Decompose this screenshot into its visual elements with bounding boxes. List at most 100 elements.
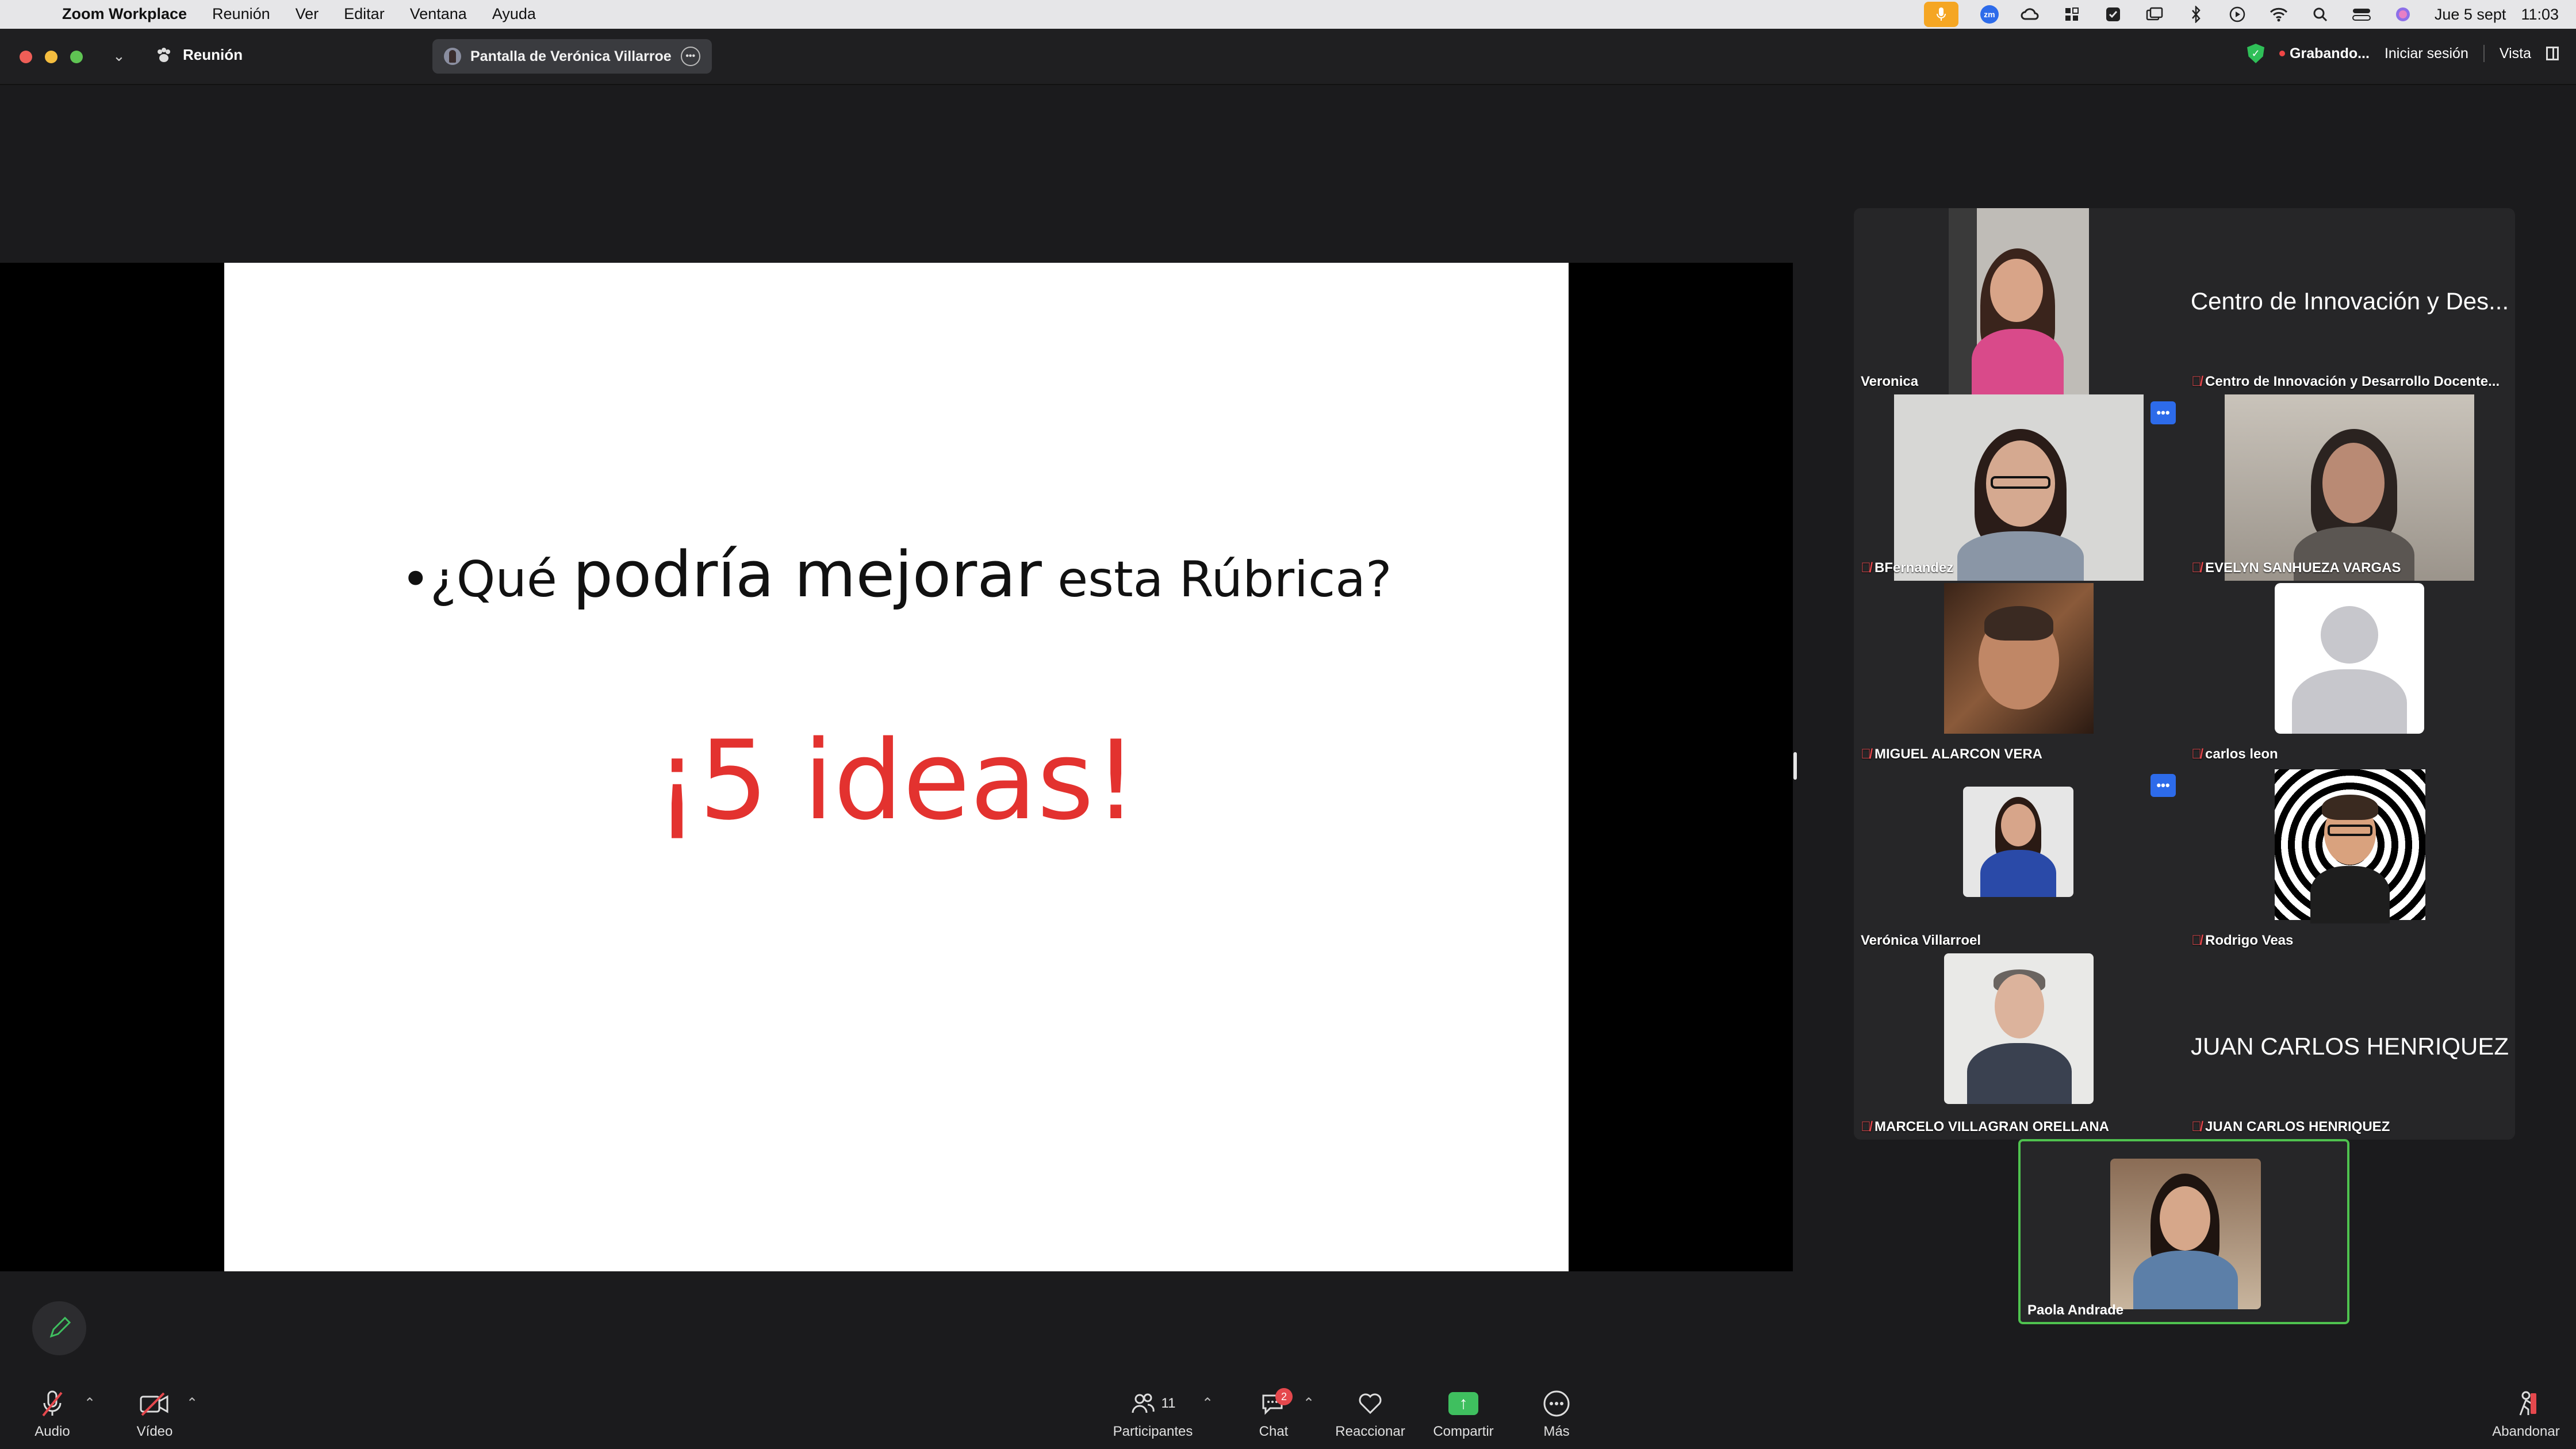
- participant-tile-veronica[interactable]: Veronica: [1854, 208, 2184, 394]
- recording-label: Grabando...: [2290, 45, 2370, 62]
- time-text: 11:03: [2521, 5, 2559, 23]
- video-options-caret[interactable]: ⌃: [186, 1395, 198, 1412]
- participant-gallery: Veronica Centro de Innovación y Des... 🎙…: [1854, 208, 2515, 1140]
- mic-off-icon: 🎙̸: [1861, 560, 1871, 576]
- security-shield-icon[interactable]: ✓: [2247, 44, 2265, 63]
- participant-name: Veronica: [1861, 374, 1919, 389]
- participant-name: Verónica Villarroel: [1861, 933, 1981, 948]
- participant-label: 🎙̸ BFernandez: [1861, 560, 1953, 576]
- window-maximize-button[interactable]: [70, 51, 83, 63]
- microphone-muted-icon: [9, 1388, 95, 1419]
- participant-label: 🎙̸ JUAN CARLOS HENRIQUEZ: [2191, 1119, 2390, 1135]
- audio-button[interactable]: Audio: [9, 1388, 95, 1440]
- participant-tile-bfernandez[interactable]: 🎙̸ BFernandez: [1854, 394, 2184, 581]
- video-feed: [1894, 394, 2144, 581]
- grid-icon[interactable]: [2062, 5, 2082, 24]
- more-label: Más: [1543, 1424, 1570, 1439]
- participant-tile-evelyn[interactable]: 🎙̸ EVELYN SANHUEZA VARGAS: [2184, 394, 2515, 581]
- audio-options-caret[interactable]: ⌃: [84, 1395, 95, 1412]
- shield-app-icon[interactable]: [2103, 5, 2123, 24]
- participant-name: EVELYN SANHUEZA VARGAS: [2205, 560, 2401, 576]
- date-text: Jue 5 sept: [2434, 5, 2506, 23]
- wifi-icon[interactable]: [2269, 5, 2288, 24]
- participants-label: Participantes: [1113, 1424, 1193, 1439]
- participant-label: 🎙̸ Centro de Innovación y Desarrollo Doce…: [2191, 374, 2500, 390]
- participant-label: Veronica: [1861, 374, 1918, 390]
- share-screen-button[interactable]: ↑ Compartir: [1420, 1388, 1506, 1440]
- view-button[interactable]: Vista: [2500, 45, 2531, 62]
- meeting-menu[interactable]: Reunión: [155, 46, 243, 64]
- annotate-button[interactable]: [32, 1301, 86, 1355]
- menu-ver[interactable]: Ver: [296, 5, 319, 23]
- more-button[interactable]: Más: [1513, 1388, 1600, 1440]
- presenter-avatar: [444, 48, 461, 65]
- more-options-button[interactable]: •••: [2150, 401, 2176, 424]
- sign-in-button[interactable]: Iniciar sesión: [2385, 45, 2468, 62]
- video-off-icon: [112, 1388, 198, 1419]
- play-icon[interactable]: [2228, 5, 2247, 24]
- audio-label: Audio: [34, 1424, 70, 1439]
- more-options-button[interactable]: •••: [2150, 774, 2176, 797]
- slide-ideas-heading: ¡5 ideas!: [655, 717, 1138, 844]
- profile-avatar: [2275, 769, 2425, 923]
- participant-tile-veronica-villarroel[interactable]: Verónica Villarroel: [1854, 767, 2184, 953]
- leave-icon: [2483, 1388, 2569, 1419]
- presentation-slide: •¿Qué podría mejorar esta Rúbrica? ¡5 id…: [224, 263, 1569, 1271]
- chevron-down-icon[interactable]: ⌄: [113, 47, 125, 65]
- participant-tile-rodrigo[interactable]: 🎙̸ Rodrigo Veas: [2184, 767, 2515, 953]
- zoom-icon[interactable]: zm: [1980, 5, 1999, 24]
- app-name-menu[interactable]: Zoom Workplace: [62, 5, 187, 23]
- video-button[interactable]: Vídeo: [112, 1388, 198, 1440]
- creative-cloud-icon[interactable]: [2021, 5, 2040, 24]
- recording-indicator[interactable]: Grabando...: [2279, 45, 2370, 62]
- participant-name: carlos leon: [2205, 746, 2278, 762]
- chat-options-caret[interactable]: ⌃: [1303, 1395, 1314, 1412]
- search-icon[interactable]: [2310, 5, 2330, 24]
- paw-icon: [158, 47, 170, 62]
- window-minimize-button[interactable]: [45, 51, 57, 63]
- meeting-label: Reunión: [183, 46, 243, 63]
- menu-editar[interactable]: Editar: [344, 5, 385, 23]
- participant-tile-miguel[interactable]: 🎙̸ MIGUEL ALARCON VERA: [1854, 581, 2184, 767]
- recording-dot-icon: [2279, 51, 2286, 56]
- bluetooth-icon[interactable]: [2186, 5, 2206, 24]
- participants-button[interactable]: 11 Participantes: [1110, 1388, 1196, 1440]
- leave-button[interactable]: Abandonar: [2483, 1388, 2569, 1440]
- menu-reunion[interactable]: Reunión: [212, 5, 270, 23]
- view-layout-icon[interactable]: [2546, 47, 2559, 60]
- window-icon[interactable]: [2145, 5, 2164, 24]
- menu-ventana[interactable]: Ventana: [410, 5, 467, 23]
- video-feed: [1944, 583, 2094, 734]
- mic-off-icon: 🎙̸: [2191, 374, 2202, 389]
- window-close-button[interactable]: [20, 51, 32, 63]
- more-options-icon[interactable]: •••: [680, 47, 700, 66]
- participant-tile-marcelo[interactable]: 🎙̸ MARCELO VILLAGRAN ORELLANA: [1854, 953, 2184, 1140]
- participant-name-large: JUAN CARLOS HENRIQUEZ: [2190, 1033, 2509, 1060]
- share-label: Compartir: [1433, 1424, 1494, 1439]
- screen-share-pill[interactable]: Pantalla de Verónica Villarroe •••: [432, 39, 712, 74]
- microphone-icon[interactable]: [1923, 2, 1958, 27]
- participant-name: Paola Andrade: [2027, 1302, 2124, 1318]
- resize-handle[interactable]: [1793, 752, 1797, 780]
- participant-label: 🎙̸ EVELYN SANHUEZA VARGAS: [2191, 560, 2401, 576]
- participant-label: 🎙̸ MARCELO VILLAGRAN ORELLANA: [1861, 1119, 2109, 1135]
- slide-question-part3: esta Rúbrica?: [1041, 551, 1392, 608]
- react-button[interactable]: Reaccionar: [1327, 1388, 1413, 1440]
- clock[interactable]: Jue 5 sept 11:03: [2435, 6, 2559, 24]
- siri-icon[interactable]: [2393, 5, 2413, 24]
- participant-tile-juan-carlos[interactable]: JUAN CARLOS HENRIQUEZ 🎙̸ JUAN CARLOS HENR…: [2184, 953, 2515, 1140]
- participant-tile-carlos[interactable]: 🎙̸ carlos leon: [2184, 581, 2515, 767]
- chat-label: Chat: [1259, 1424, 1289, 1439]
- zoom-title-bar: ⌄ Reunión Pantalla de Verónica Villarroe…: [0, 29, 2576, 85]
- participant-tile-centro[interactable]: Centro de Innovación y Des... 🎙̸ Centro d…: [2184, 208, 2515, 394]
- mic-off-icon: 🎙̸: [2191, 933, 2202, 948]
- control-center-icon[interactable]: [2352, 5, 2371, 24]
- app-menus: Zoom Workplace Reunión Ver Editar Ventan…: [62, 5, 536, 23]
- more-dots-icon: [1513, 1388, 1600, 1419]
- chat-badge: 2: [1275, 1388, 1293, 1405]
- participants-count: 11: [1161, 1396, 1176, 1411]
- share-pill-label: Pantalla de Verónica Villarroe: [470, 48, 672, 64]
- self-view-tile-paola[interactable]: Paola Andrade: [2018, 1139, 2349, 1324]
- participants-options-caret[interactable]: ⌃: [1202, 1395, 1213, 1412]
- menu-ayuda[interactable]: Ayuda: [492, 5, 536, 23]
